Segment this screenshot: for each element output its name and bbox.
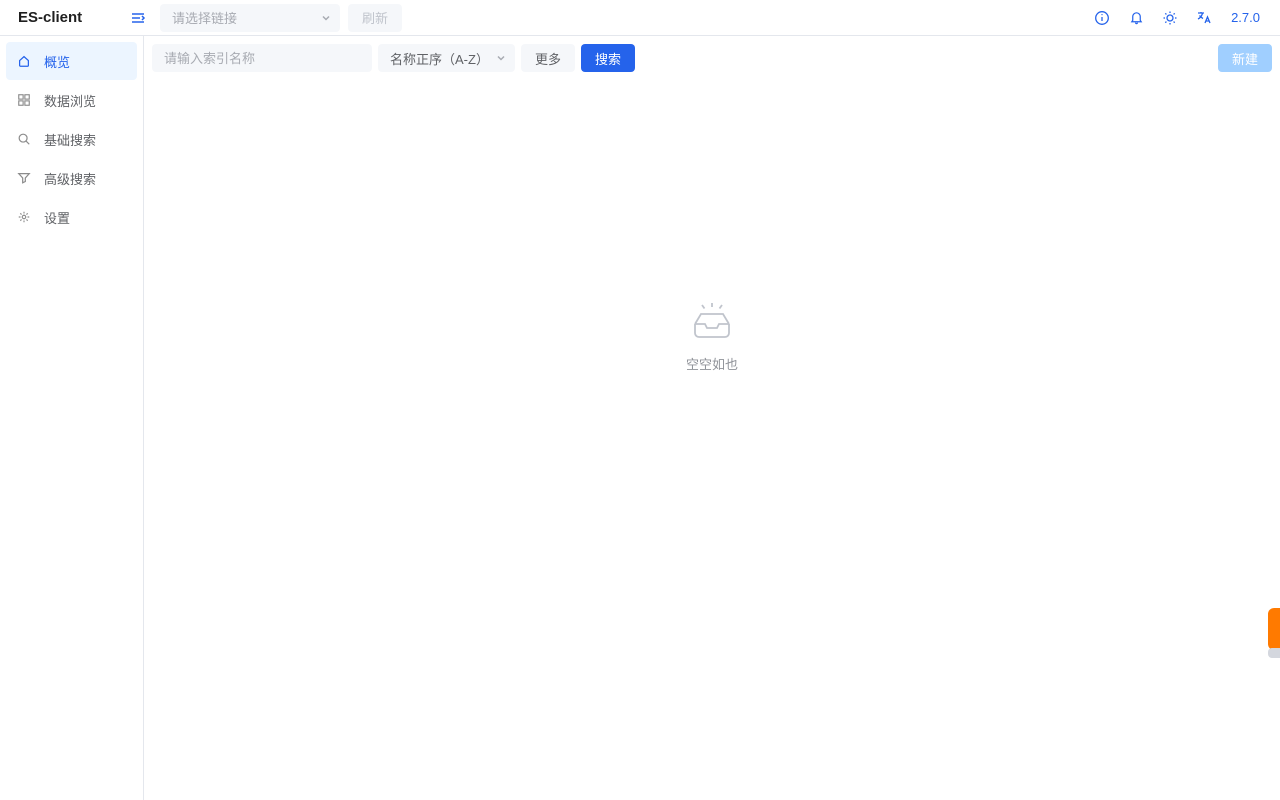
chevron-down-icon [320, 12, 332, 24]
grid-icon [16, 92, 32, 108]
connection-placeholder: 请选择链接 [172, 8, 237, 27]
search-icon [16, 131, 32, 147]
collapse-icon [130, 10, 146, 26]
index-search-input[interactable] [152, 44, 372, 72]
sort-label: 名称正序（A-Z） [390, 49, 489, 68]
app-header: ES-client 请选择链接 刷新 2.7.0 [0, 0, 1280, 36]
filter-icon [16, 170, 32, 186]
sidebar-item-basic-search[interactable]: 基础搜索 [6, 120, 137, 158]
home-icon [16, 53, 32, 69]
sidebar-item-label: 概览 [44, 52, 70, 71]
sort-select[interactable]: 名称正序（A-Z） [378, 44, 515, 72]
empty-icon [689, 302, 735, 342]
app-brand: ES-client [18, 9, 126, 26]
sidebar-item-settings[interactable]: 设置 [6, 198, 137, 236]
sidebar-item-label: 基础搜索 [44, 130, 96, 149]
info-icon [1094, 10, 1110, 26]
toolbar: 名称正序（A-Z） 更多 搜索 新建 [152, 44, 1272, 72]
sidebar-item-label: 高级搜索 [44, 169, 96, 188]
version-label[interactable]: 2.7.0 [1221, 10, 1270, 25]
more-button[interactable]: 更多 [521, 44, 575, 72]
theme-button[interactable] [1153, 4, 1187, 32]
search-button[interactable]: 搜索 [581, 44, 635, 72]
sidebar-item-data-browse[interactable]: 数据浏览 [6, 81, 137, 119]
connection-select[interactable]: 请选择链接 [160, 4, 340, 32]
translate-icon [1196, 10, 1212, 26]
bell-icon [1129, 10, 1144, 25]
sidebar-collapse-button[interactable] [126, 6, 150, 30]
empty-text: 空空如也 [686, 354, 738, 373]
sidebar: 概览 数据浏览 基础搜索 高级搜索 设置 [0, 36, 144, 800]
info-button[interactable] [1085, 4, 1119, 32]
main-content: 名称正序（A-Z） 更多 搜索 新建 空空如也 [144, 36, 1280, 800]
sidebar-item-overview[interactable]: 概览 [6, 42, 137, 80]
empty-state: 空空如也 [152, 72, 1272, 800]
language-button[interactable] [1187, 4, 1221, 32]
sidebar-item-advanced-search[interactable]: 高级搜索 [6, 159, 137, 197]
refresh-button[interactable]: 刷新 [348, 4, 402, 32]
side-scroll-handle[interactable] [1268, 648, 1280, 658]
gear-icon [16, 209, 32, 225]
notifications-button[interactable] [1119, 4, 1153, 32]
sidebar-item-label: 数据浏览 [44, 91, 96, 110]
side-drawer-handle[interactable] [1268, 608, 1280, 650]
create-button[interactable]: 新建 [1218, 44, 1272, 72]
sun-icon [1162, 10, 1178, 26]
chevron-down-icon [495, 52, 507, 64]
sidebar-item-label: 设置 [44, 208, 70, 227]
